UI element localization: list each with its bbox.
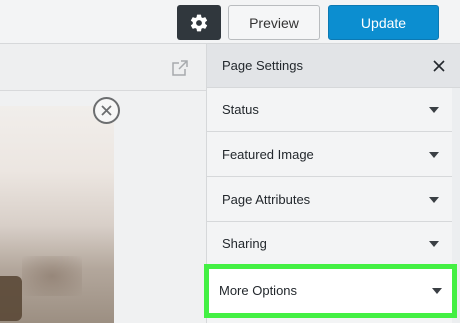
close-icon[interactable] [433,60,445,72]
remove-circle-icon [101,105,112,116]
panel-page-attributes[interactable]: Page Attributes [207,178,453,222]
chevron-down-icon [432,288,442,294]
panel-sharing[interactable]: Sharing [207,222,453,266]
gear-icon [190,14,208,31]
panel-sharing-label: Sharing [222,236,267,251]
panel-more-options[interactable]: More Options [204,264,457,318]
panel-featured-image-label: Featured Image [222,147,314,162]
panel-page-attributes-label: Page Attributes [222,192,311,207]
sidebar-title: Page Settings [222,58,303,73]
chevron-down-icon [429,197,439,203]
chevron-down-icon [429,107,439,113]
remove-image-button[interactable] [93,97,120,124]
external-link-icon[interactable] [172,60,188,76]
image-shadow [22,256,82,296]
panel-status[interactable]: Status [207,88,453,132]
editor-area [0,44,206,323]
preview-button[interactable]: Preview [228,5,320,40]
top-toolbar: Preview Update [0,0,460,44]
image-object [0,276,22,321]
editor-topbar [0,44,206,91]
chevron-down-icon [429,241,439,247]
content-image[interactable] [0,106,114,323]
update-button[interactable]: Update [328,5,439,40]
panel-featured-image[interactable]: Featured Image [207,133,453,177]
settings-button[interactable] [177,5,221,40]
sidebar-header: Page Settings [207,44,460,88]
panel-status-label: Status [222,102,259,117]
panel-more-options-label: More Options [219,283,298,298]
chevron-down-icon [429,152,439,158]
